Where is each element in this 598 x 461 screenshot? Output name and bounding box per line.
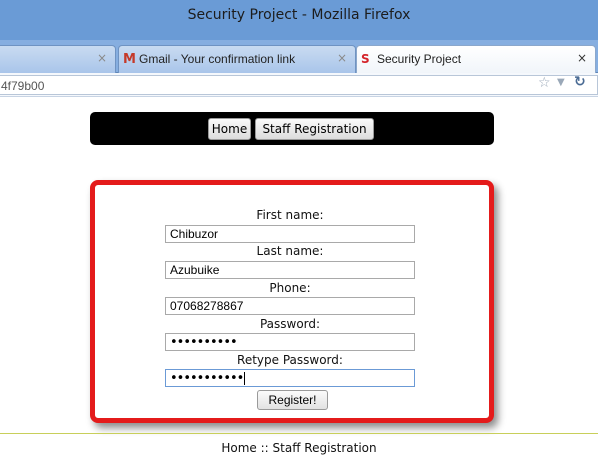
close-tab-icon[interactable]: × xyxy=(97,51,107,65)
tab-strip: × M Gmail - Your confirmation link × S S… xyxy=(0,40,598,73)
footer-links[interactable]: Home :: Staff Registration xyxy=(0,441,598,455)
password-input[interactable]: •••••••••• xyxy=(165,333,415,351)
tab-gmail[interactable]: M Gmail - Your confirmation link × xyxy=(118,45,356,73)
close-tab-icon[interactable]: × xyxy=(577,51,587,65)
retype-password-label: Retype Password: xyxy=(237,353,343,367)
last-name-label: Last name: xyxy=(256,244,324,258)
gmail-icon: M xyxy=(123,52,136,67)
phone-label: Phone: xyxy=(269,281,311,295)
footer-divider xyxy=(0,433,598,434)
password-label: Password: xyxy=(259,317,321,331)
tab-previous[interactable]: × xyxy=(0,45,116,73)
navigation-bar: 4f79b00 ☆ ▼ ↻ xyxy=(0,73,598,97)
last-name-input[interactable]: Azubuike xyxy=(165,261,415,279)
home-nav-button[interactable]: Home xyxy=(208,118,251,140)
tab-title: Security Project xyxy=(377,52,462,66)
security-s-icon: S xyxy=(361,52,370,66)
password-mask: •••••••••• xyxy=(170,335,238,350)
close-tab-icon[interactable]: × xyxy=(337,51,347,65)
tab-title: Gmail - Your confirmation link xyxy=(139,52,296,66)
url-text: 4f79b00 xyxy=(1,79,45,93)
window-title: Security Project - Mozilla Firefox xyxy=(187,7,411,23)
dropdown-arrow-icon[interactable]: ▼ xyxy=(557,77,565,88)
bookmark-star-icon[interactable]: ☆ xyxy=(538,75,551,91)
first-name-input[interactable]: Chibuzor xyxy=(165,225,415,243)
reload-icon[interactable]: ↻ xyxy=(574,74,586,90)
url-input[interactable]: 4f79b00 xyxy=(0,75,598,95)
site-nav: Home Staff Registration xyxy=(90,112,494,145)
retype-password-input[interactable]: ••••••••••• xyxy=(165,369,415,387)
tab-security-project[interactable]: S Security Project × xyxy=(356,45,596,73)
first-name-label: First name: xyxy=(256,208,324,222)
register-button[interactable]: Register! xyxy=(257,390,328,410)
text-caret xyxy=(244,372,246,386)
window-titlebar: Security Project - Mozilla Firefox xyxy=(0,0,598,40)
retype-password-mask: ••••••••••• xyxy=(170,371,244,386)
phone-input[interactable]: 07068278867 xyxy=(165,297,415,315)
staff-registration-nav-button[interactable]: Staff Registration xyxy=(255,118,374,140)
